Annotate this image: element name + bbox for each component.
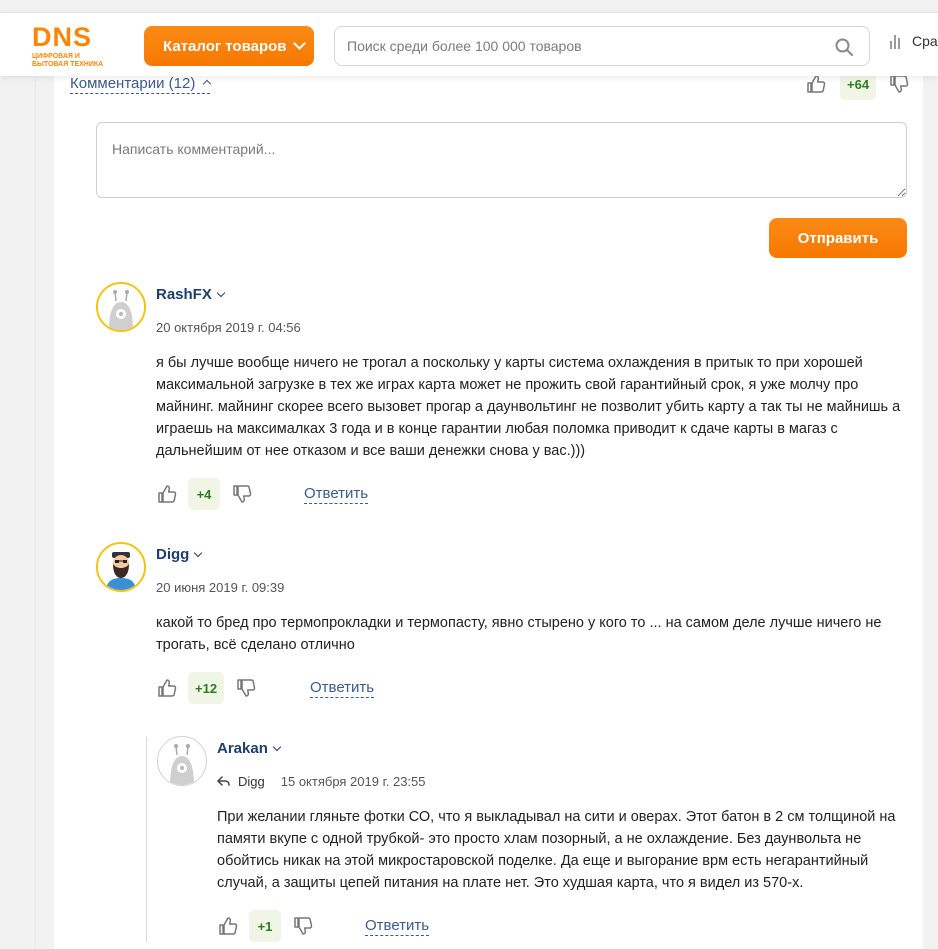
reply-button[interactable]: Ответить [304, 485, 369, 504]
comment-date: 20 июня 2019 г. 09:39 [156, 580, 285, 595]
thumb-up-icon[interactable] [805, 73, 827, 95]
catalog-label: Каталог товаров [163, 37, 287, 55]
thumb-down-icon[interactable] [292, 915, 314, 937]
avatar[interactable] [96, 282, 146, 332]
author-name: Arakan [217, 740, 268, 757]
comment-date: 20 октября 2019 г. 04:56 [156, 320, 301, 335]
reply-to-author[interactable]: Digg [238, 774, 265, 789]
avatar[interactable] [157, 736, 207, 786]
chevron-down-icon [216, 288, 226, 297]
comment-text: При желании гляньте фотки СО, что я выкл… [217, 809, 896, 891]
search-input[interactable] [335, 27, 815, 65]
search-icon[interactable] [835, 38, 853, 56]
comment-score: +4 [188, 478, 220, 510]
thumb-down-icon[interactable] [235, 677, 257, 699]
comments-toggle[interactable]: Комментарии (12) [70, 75, 212, 94]
logo-text: DNS [32, 22, 93, 52]
comment-author[interactable]: Arakan [217, 740, 282, 757]
site-header: DNS ЦИФРОВАЯ И БЫТОВАЯ ТЕХНИКА Каталог т… [0, 12, 938, 76]
thumb-up-icon[interactable] [156, 677, 178, 699]
comments-count-label: Комментарии (12) [70, 75, 196, 92]
chevron-up-icon [203, 79, 212, 89]
comment-score: +1 [249, 910, 281, 942]
comment-vote: +1 [217, 910, 314, 942]
reply-button[interactable]: Ответить [310, 679, 375, 698]
chevron-down-icon [272, 742, 282, 751]
send-button[interactable]: Отправить [769, 218, 907, 258]
thread-line [146, 737, 147, 942]
reply-to-info: Digg 15 октября 2019 г. 23:55 [217, 774, 426, 789]
chevron-down-icon [292, 37, 306, 50]
comment-text: какой то бред про термопрокладки и термо… [156, 615, 882, 653]
author-name: Digg [156, 546, 190, 563]
comment-author[interactable]: RashFX [156, 286, 226, 303]
thumb-down-icon[interactable] [888, 73, 910, 95]
thumb-up-icon[interactable] [217, 915, 239, 937]
comment-textarea[interactable] [96, 122, 907, 198]
author-name: RashFX [156, 286, 212, 303]
comment-vote: +4 [156, 478, 253, 510]
logo-subtitle-line2: БЫТОВАЯ ТЕХНИКА [32, 61, 104, 68]
thumb-down-icon[interactable] [231, 483, 253, 505]
comment-vote: +12 [156, 672, 257, 704]
robot-avatar [158, 737, 206, 785]
logo-subtitle-line1: ЦИФРОВАЯ И [32, 53, 80, 60]
search-box [334, 26, 870, 66]
avatar[interactable] [96, 542, 146, 592]
browser-top-strip [0, 0, 938, 12]
comment-text: я бы лучше вообще ничего не трогал а пос… [156, 355, 901, 459]
robot-avatar [98, 284, 144, 330]
left-panel [0, 76, 36, 949]
catalog-button[interactable]: Каталог товаров [144, 26, 314, 66]
comment-author[interactable]: Digg [156, 546, 203, 563]
compare-label: Сравнить [912, 33, 938, 49]
reply-arrow-icon [217, 776, 230, 786]
dns-logo[interactable]: DNS ЦИФРОВАЯ И БЫТОВАЯ ТЕХНИКА [32, 22, 116, 69]
comment-date: 15 октября 2019 г. 23:55 [280, 774, 426, 789]
chevron-down-icon [194, 548, 203, 557]
compare-link[interactable]: Сравнить [890, 33, 938, 49]
thumb-up-icon[interactable] [156, 483, 178, 505]
compare-icon [890, 33, 904, 49]
comment-score: +12 [188, 672, 225, 704]
bearded-man-avatar [98, 544, 144, 590]
reply-button[interactable]: Ответить [365, 917, 430, 936]
logo-subtitle: ЦИФРОВАЯ И БЫТОВАЯ ТЕХНИКА [32, 53, 116, 69]
